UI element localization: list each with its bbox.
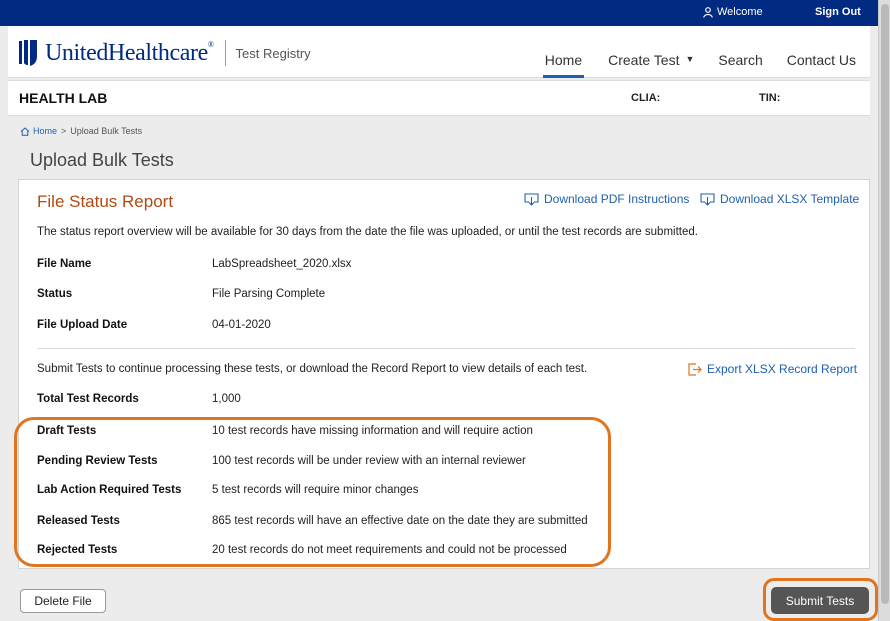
download-xlsx-label: Download XLSX Template [720,192,860,206]
sign-out-link[interactable]: Sign Out [815,6,861,18]
breadcrumb-home-label: Home [33,126,58,136]
nav-search[interactable]: Search [718,26,762,78]
status-value: File Parsing Complete [212,288,326,300]
tin-label: TIN: [759,92,781,104]
welcome-label: Welcome [717,6,763,18]
nav-create-test[interactable]: Create Test ▼ [608,26,694,78]
page-title: Upload Bulk Tests [30,150,174,170]
lab-name: HEALTH LAB [19,90,108,106]
submit-note: Submit Tests to continue processing thes… [37,363,588,375]
category-desc: 865 test records will have an effective … [212,515,588,527]
scrollbar[interactable] [878,0,890,621]
category-label: Released Tests [37,515,120,527]
registered-mark: ® [207,39,214,49]
clia-label: CLIA: [631,92,661,104]
download-pdf-label: Download PDF Instructions [544,192,690,206]
download-icon [700,192,715,206]
category-desc: 10 test records have missing information… [212,425,533,437]
top-bar: Welcome Sign Out [0,0,878,26]
delete-file-button[interactable]: Delete File [20,589,106,613]
breadcrumb-home[interactable]: Home [20,126,57,136]
availability-note: The status report overview will be avail… [37,226,698,238]
total-records-label: Total Test Records [37,393,139,405]
submit-tests-button[interactable]: Submit Tests [771,587,869,614]
file-name-value: LabSpreadsheet_2020.xlsx [212,258,352,270]
lab-info-bar: HEALTH LAB CLIA: TIN: [8,80,870,116]
upload-date-label: File Upload Date [37,319,128,331]
section-divider [37,348,855,349]
breadcrumb-separator: > [61,126,67,136]
category-desc: 5 test records will require minor change… [212,484,419,496]
nav-create-test-label: Create Test [608,52,680,68]
status-label: Status [37,288,73,300]
logo[interactable]: UnitedHealthcare® Test Registry [18,39,311,67]
category-label: Rejected Tests [37,544,118,556]
nav-contact-us-label: Contact Us [786,52,856,68]
nav-contact-us[interactable]: Contact Us [787,26,856,78]
brand-name: UnitedHealthcare® [45,40,214,67]
file-status-panel: File Status Report Download PDF Instruct… [18,179,870,569]
product-name: Test Registry [235,45,311,61]
uhc-shield-icon [19,40,37,66]
nav-search-label: Search [718,52,763,68]
category-desc: 20 test records do not meet requirements… [212,544,567,556]
download-pdf-link[interactable]: Download PDF Instructions [524,192,689,206]
breadcrumb: Home > Upload Bulk Tests [20,126,142,136]
total-records-value: 1,000 [212,393,241,405]
site-header: UnitedHealthcare® Test Registry Home Cre… [8,26,870,78]
nav-home-label: Home [544,52,583,68]
user-icon [703,6,713,18]
home-icon [20,126,30,136]
scrollbar-thumb[interactable] [881,4,889,604]
category-label: Pending Review Tests [37,455,158,467]
export-xlsx-label: Export XLSX Record Report [707,362,858,376]
category-desc: 100 test records will be under review wi… [212,455,526,467]
panel-title: File Status Report [37,192,174,211]
download-icon [524,192,539,206]
download-xlsx-link[interactable]: Download XLSX Template [700,192,859,206]
main-nav: Home Create Test ▼ Search Contact Us [519,26,856,78]
export-xlsx-link[interactable]: Export XLSX Record Report [688,362,857,376]
caret-down-icon: ▼ [685,54,695,64]
logo-divider [224,40,226,66]
category-label: Lab Action Required Tests [37,484,182,496]
file-name-label: File Name [37,258,92,270]
category-label: Draft Tests [37,425,97,437]
nav-home[interactable]: Home [542,26,585,78]
export-icon [688,362,702,376]
welcome-link[interactable]: Welcome [703,6,763,18]
breadcrumb-current: Upload Bulk Tests [70,126,143,136]
upload-date-value: 04-01-2020 [212,319,271,331]
brand-text: UnitedHealthcare [45,39,208,66]
